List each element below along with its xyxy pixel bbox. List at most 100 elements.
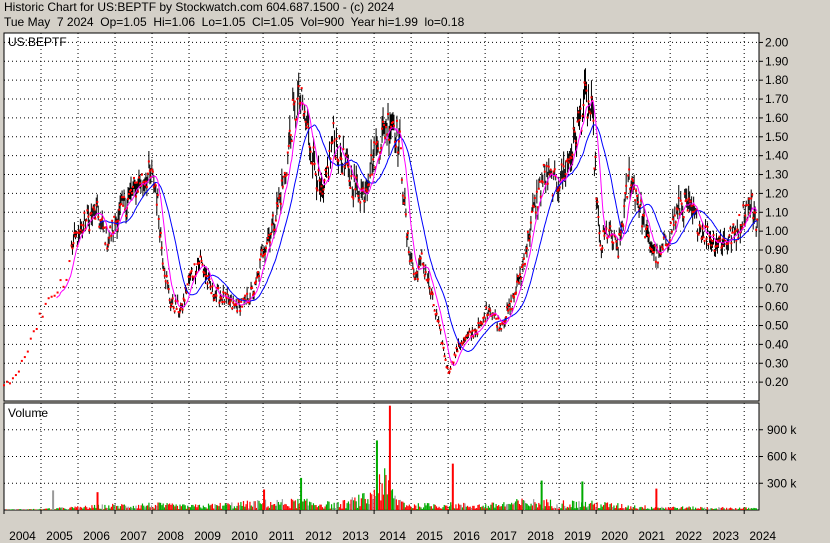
close-dot (721, 244, 724, 247)
volume-bar (466, 505, 469, 510)
close-dot (244, 294, 247, 297)
close-dot (131, 192, 134, 195)
volume-bar (286, 506, 289, 510)
volume-bar (33, 508, 35, 510)
close-dot (626, 195, 629, 198)
close-dot (103, 226, 106, 229)
volume-bar (555, 508, 557, 510)
volume-bar (610, 503, 612, 510)
year-tick-label: 2018 (527, 529, 554, 543)
close-dot (179, 307, 182, 310)
close-dot (38, 312, 41, 315)
volume-bar (314, 505, 316, 510)
volume-bar (614, 507, 616, 510)
volume-bar (417, 503, 419, 510)
price-tick-label: 1.50 (765, 130, 789, 144)
volume-bar (319, 504, 321, 510)
close-dot (283, 171, 286, 174)
volume-bar (438, 506, 440, 510)
volume-bar (599, 508, 601, 510)
volume-bar (11, 509, 13, 510)
close-dot (118, 208, 121, 211)
close-dot (289, 134, 292, 137)
close-dot (433, 309, 436, 312)
volume-bar (359, 506, 361, 510)
volume-bar (728, 508, 730, 510)
volume-bar (565, 508, 567, 510)
volume-bar (223, 505, 225, 510)
close-dot (438, 324, 441, 327)
close-dot (278, 194, 281, 197)
volume-bar (456, 508, 458, 510)
close-dot (506, 306, 509, 309)
volume-bar (109, 508, 111, 510)
volume-bar (277, 501, 280, 510)
volume-bar (490, 504, 492, 510)
volume-bar (498, 504, 500, 510)
volume-bar (613, 505, 615, 510)
close-dot (713, 249, 716, 252)
volume-bar (631, 508, 633, 510)
close-dot (442, 346, 445, 349)
close-dot (381, 127, 384, 130)
volume-bar (103, 509, 105, 510)
volume-bar (386, 494, 388, 510)
volume-bar (321, 507, 324, 510)
close-dot (208, 278, 211, 281)
volume-bar (123, 504, 125, 510)
volume-bar (130, 506, 132, 510)
volume-bar (343, 499, 346, 510)
volume-bar (169, 503, 171, 510)
close-dot (166, 281, 169, 284)
volume-spike (375, 440, 378, 510)
volume-bar (70, 506, 72, 510)
close-dot (528, 235, 531, 238)
volume-bar (184, 505, 186, 510)
volume-bar (178, 509, 180, 510)
price-panel (3, 32, 760, 402)
close-dot (311, 163, 314, 166)
year-tick-label: 2010 (231, 529, 258, 543)
close-dot (331, 141, 334, 144)
close-dot (395, 119, 398, 122)
year-tick-label: 2012 (305, 529, 332, 543)
close-dot (578, 119, 581, 122)
volume-bar (125, 505, 127, 510)
close-dot (215, 294, 218, 297)
volume-bar (623, 508, 625, 510)
volume-bar (494, 507, 496, 510)
volume-bar (198, 504, 201, 510)
volume-bar (533, 499, 535, 510)
volume-bar (441, 508, 443, 510)
close-dot (333, 139, 336, 142)
close-dot (145, 185, 148, 188)
close-dot (309, 150, 312, 153)
volume-bar (99, 508, 101, 510)
close-dot (508, 303, 511, 306)
close-dot (366, 189, 369, 192)
close-dot (349, 186, 352, 189)
volume-tick-label: 300 k (767, 476, 797, 490)
volume-bar (603, 505, 605, 510)
volume-bar (424, 503, 426, 510)
volume-bar (605, 502, 607, 510)
volume-bar (404, 507, 407, 510)
close-dot (274, 219, 277, 222)
volume-bar (289, 508, 291, 510)
volume-bar (368, 504, 370, 510)
close-dot (617, 255, 620, 258)
volume-bar (239, 505, 241, 510)
close-dot (387, 113, 390, 116)
price-tick-label: 0.60 (765, 300, 789, 314)
close-dot (624, 192, 627, 195)
volume-bar (661, 506, 663, 510)
close-dot (389, 125, 392, 128)
volume-bar (218, 506, 220, 510)
volume-bar (474, 508, 476, 510)
volume-bar (137, 504, 140, 510)
volume-bar (333, 502, 335, 510)
close-dot (326, 165, 329, 168)
volume-bar (220, 508, 223, 510)
close-dot (264, 247, 267, 250)
volume-bar (398, 500, 400, 510)
